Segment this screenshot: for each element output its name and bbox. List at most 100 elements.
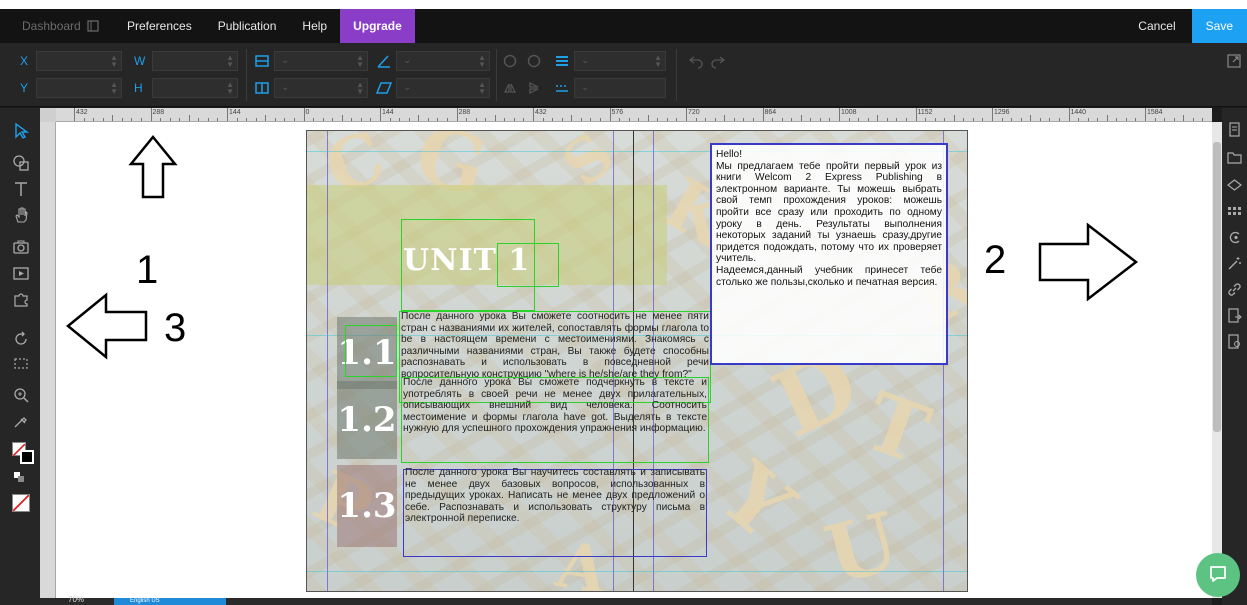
rotate-left-icon[interactable] <box>502 53 518 69</box>
skew-input[interactable]: ⌄ ▲ ▼ <box>396 78 490 98</box>
skew-icon[interactable] <box>376 80 392 96</box>
align-vertical-icon[interactable] <box>254 80 270 96</box>
ruler-label: 432 <box>76 109 88 116</box>
flip-vertical-icon[interactable] <box>526 80 542 96</box>
vertical-scrollbar[interactable] <box>1212 122 1222 598</box>
ruler-minor-tick <box>733 118 735 121</box>
top-strip <box>0 0 1247 9</box>
unit-title[interactable]: UNIT 1 <box>403 243 530 278</box>
design-canvas[interactable]: 1 2 3 C G S K D T Y U P R A <box>56 122 1212 598</box>
page-settings-icon[interactable] <box>1227 334 1242 349</box>
select-arrow-icon[interactable] <box>12 122 30 140</box>
toolbar-separator <box>676 49 677 101</box>
layers-icon[interactable] <box>1227 178 1242 193</box>
video-icon[interactable] <box>12 264 30 282</box>
ruler-minor-tick <box>360 118 362 121</box>
text-tool-icon[interactable] <box>12 180 30 198</box>
lesson-2-text[interactable]: После данного урока Вы сможете подчеркну… <box>403 377 707 435</box>
spinner-icon[interactable]: ▲ ▼ <box>478 81 486 96</box>
lesson-1-text[interactable]: После данного урока Вы сможете соотносит… <box>401 311 709 381</box>
none-color-swatch[interactable] <box>12 494 30 512</box>
ruler-minor-tick <box>217 118 219 121</box>
ruler-minor-tick <box>896 118 898 121</box>
expand-panel-icon[interactable] <box>1226 53 1242 69</box>
intro-paragraph-2: Надеемся,данный учебник принесет тебе ст… <box>716 264 942 288</box>
undo-icon[interactable] <box>688 53 704 69</box>
stroke-weight-select[interactable]: ⌄ ▲ ▼ <box>574 51 666 71</box>
stroke-weight-icon[interactable] <box>554 53 570 69</box>
ruler-label: 0 <box>305 109 310 116</box>
ruler-minor-tick <box>867 118 869 121</box>
shape-tool-icon[interactable] <box>12 154 30 172</box>
spinner-icon[interactable]: ▲ ▼ <box>478 54 486 69</box>
swap-colors-icon[interactable] <box>14 472 24 482</box>
vertical-ruler[interactable] <box>40 122 56 605</box>
link-icon[interactable] <box>1227 282 1242 297</box>
intro-text-box[interactable]: Hello! Мы предлагаем тебе пройти первый … <box>710 143 948 365</box>
rotation-angle-icon[interactable] <box>376 53 392 69</box>
hand-tool-icon[interactable] <box>12 206 30 224</box>
ruler-minor-tick <box>781 118 783 121</box>
ruler-minor-tick <box>772 118 774 121</box>
zoom-level[interactable]: 70% <box>68 595 84 604</box>
ruler-minor-tick <box>848 118 850 121</box>
chat-support-button[interactable] <box>1196 553 1240 597</box>
menu-dashboard[interactable]: Dashboard <box>0 9 114 43</box>
ruler-minor-tick <box>446 118 448 121</box>
pages-panel-icon[interactable] <box>1227 122 1242 137</box>
menu-publication[interactable]: Publication <box>205 9 290 43</box>
spinner-icon[interactable]: ▲ ▼ <box>654 54 662 69</box>
flip-horizontal-icon[interactable] <box>502 80 518 96</box>
magic-wand-icon[interactable] <box>1227 256 1242 271</box>
widget-puzzle-icon[interactable] <box>12 290 30 308</box>
ruler-minor-tick <box>1049 118 1051 121</box>
stroke-style-select[interactable]: ⌄ <box>574 78 666 98</box>
align-vertical-select[interactable]: ⌄ ▲ ▼ <box>274 78 368 98</box>
language-selector[interactable]: English US <box>114 598 226 605</box>
menu-preferences[interactable]: Preferences <box>114 9 205 43</box>
lesson-number-1-2[interactable]: 1.2 <box>337 381 397 459</box>
crop-frame-icon[interactable] <box>12 354 30 372</box>
stroke-color-swatch[interactable] <box>20 450 34 464</box>
horizontal-ruler[interactable]: 432 288 144 0 144 288 432 576 720 864 1008 1152 1296… <box>56 108 1212 122</box>
spinner-icon[interactable]: ▲ ▼ <box>110 81 118 96</box>
camera-icon[interactable] <box>12 238 30 256</box>
ruler-label: 144 <box>229 109 241 116</box>
cancel-button[interactable]: Cancel <box>1125 9 1191 43</box>
eyedropper-icon[interactable] <box>12 412 30 430</box>
toolbar-separator <box>496 49 497 101</box>
h-input[interactable]: ▲ ▼ <box>152 78 238 98</box>
spinner-icon[interactable]: ▲ ▼ <box>226 54 234 69</box>
export-page-icon[interactable] <box>1227 308 1242 323</box>
save-button[interactable]: Save <box>1191 9 1247 43</box>
animation-icon[interactable] <box>1227 230 1242 245</box>
ruler-minor-tick <box>944 118 946 121</box>
folder-icon[interactable] <box>1227 150 1242 165</box>
page-spread[interactable]: C G S K D T Y U P R A UNIT 1 <box>306 130 968 592</box>
stroke-style-icon[interactable] <box>554 80 570 96</box>
ruler-minor-tick <box>198 118 200 121</box>
w-input[interactable]: ▲ ▼ <box>152 51 238 71</box>
lesson-3-text[interactable]: После данного урока Вы научитесь составл… <box>405 467 705 525</box>
rotate-tool-icon[interactable] <box>12 330 30 348</box>
spinner-icon[interactable]: ▲ ▼ <box>110 54 118 69</box>
ruler-minor-tick <box>112 115 114 121</box>
spinner-icon[interactable]: ▲ ▼ <box>226 81 234 96</box>
lesson-number-1-3[interactable]: 1.3 <box>337 465 397 547</box>
grid-icon[interactable] <box>1227 204 1242 219</box>
align-horizontal-select[interactable]: ⌄ ▲ ▼ <box>274 51 368 71</box>
scrollbar-thumb[interactable] <box>1213 142 1221 432</box>
rotation-input[interactable]: ⌄ ▲ ▼ <box>396 51 490 71</box>
x-input[interactable]: ▲ ▼ <box>36 51 122 71</box>
menu-help[interactable]: Help <box>289 9 340 43</box>
upgrade-button[interactable]: Upgrade <box>340 9 415 43</box>
y-input[interactable]: ▲ ▼ <box>36 78 122 98</box>
annotation-number-1: 1 <box>136 248 159 292</box>
align-horizontal-icon[interactable] <box>254 53 270 69</box>
rotate-right-icon[interactable] <box>526 53 542 69</box>
spinner-icon[interactable]: ▲ ▼ <box>356 81 364 96</box>
ruler-minor-tick <box>1135 118 1137 121</box>
spinner-icon[interactable]: ▲ ▼ <box>356 54 364 69</box>
redo-icon[interactable] <box>710 53 726 69</box>
zoom-tool-icon[interactable] <box>12 386 30 404</box>
